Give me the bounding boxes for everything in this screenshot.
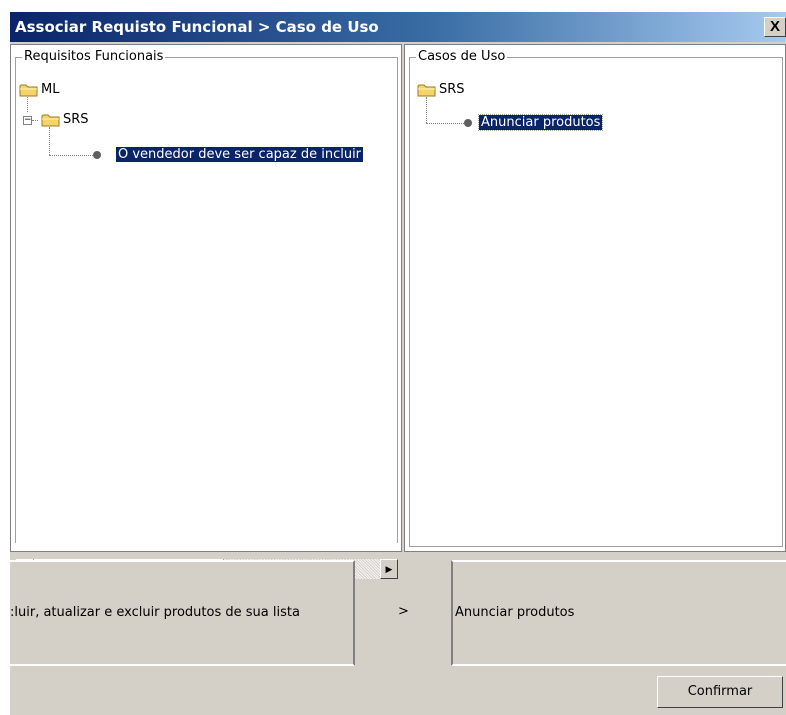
dialog-window: Associar Requisto Funcional > Caso de Us… bbox=[10, 12, 786, 715]
selected-requirement-box: :luir, atualizar e excluir produtos de s… bbox=[10, 560, 355, 666]
selected-requirement-text: :luir, atualizar e excluir produtos de s… bbox=[10, 605, 300, 620]
folder-icon bbox=[19, 84, 38, 97]
close-button[interactable]: X bbox=[764, 17, 786, 37]
folder-icon bbox=[41, 114, 60, 127]
confirm-button[interactable]: Confirmar bbox=[657, 676, 783, 708]
tree-node-label: O vendedor deve ser capaz de incluir bbox=[116, 147, 364, 162]
association-arrow: > bbox=[398, 604, 409, 619]
selected-use-case-text: Anunciar produtos bbox=[455, 605, 575, 620]
scroll-right-button[interactable]: ▶ bbox=[380, 559, 398, 579]
tree-node-label: SRS bbox=[439, 82, 465, 97]
tree-node-use-case[interactable]: Anunciar produtos bbox=[477, 114, 604, 132]
tree-node-label: SRS bbox=[63, 112, 89, 127]
leaf-bullet-icon bbox=[93, 151, 101, 159]
tree-node-requirement[interactable]: O vendedor deve ser capaz de incluir bbox=[116, 146, 364, 164]
window-title: Associar Requisto Funcional > Caso de Us… bbox=[15, 18, 379, 36]
requirements-tree[interactable]: ML − SRS O vendedor deve ser capaz de in… bbox=[11, 45, 401, 551]
use-cases-tree[interactable]: SRS Anunciar produtos bbox=[405, 45, 785, 551]
requirements-panel: Requisitos Funcionais ML − SRS O vendedo… bbox=[10, 44, 402, 579]
selected-use-case-box: Anunciar produtos bbox=[451, 560, 786, 666]
use-cases-panel: Casos de Uso SRS Anunciar produtos bbox=[404, 44, 786, 552]
leaf-bullet-icon bbox=[464, 119, 472, 127]
tree-node-label: Anunciar produtos bbox=[477, 114, 604, 131]
folder-icon bbox=[417, 84, 436, 97]
title-bar[interactable]: Associar Requisto Funcional > Caso de Us… bbox=[10, 12, 786, 42]
tree-node-label: ML bbox=[41, 82, 60, 97]
collapse-toggle[interactable]: − bbox=[23, 116, 32, 125]
